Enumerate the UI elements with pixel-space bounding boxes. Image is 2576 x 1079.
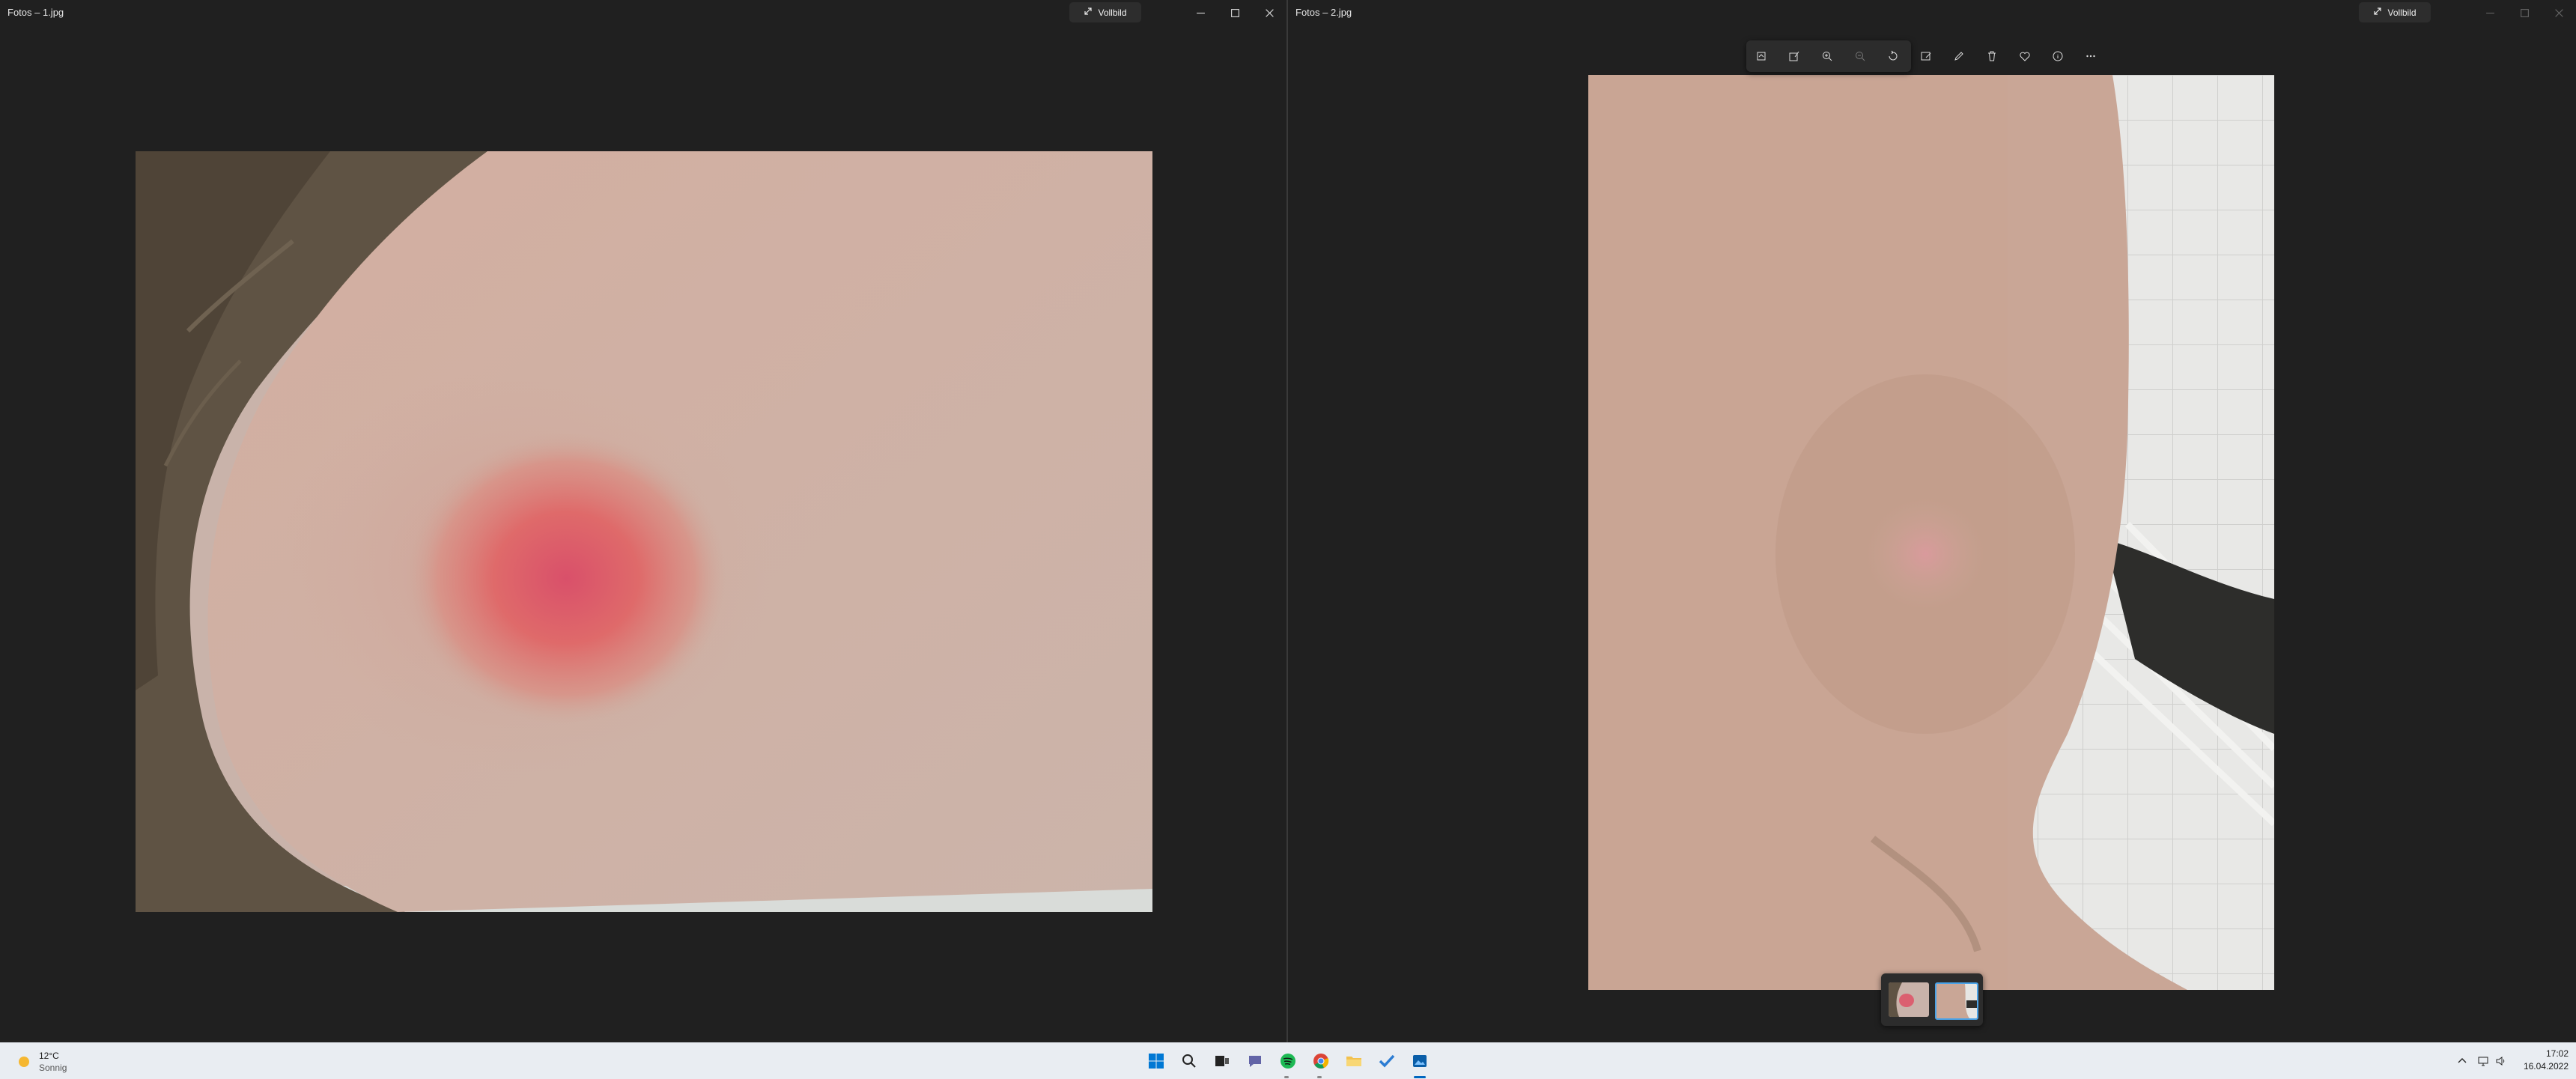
close-icon <box>1265 8 1274 17</box>
taskbar: 12°C Sonnig 17:02 16.04.2022 <box>0 1042 2576 1079</box>
todo-button[interactable] <box>1375 1049 1399 1073</box>
crop-icon <box>1757 52 1766 61</box>
search-icon <box>1182 1054 1196 1068</box>
thumbnail-2[interactable] <box>1935 982 1978 1020</box>
image-toolbar <box>1746 40 2095 72</box>
file-explorer-icon <box>1346 1057 1361 1066</box>
effects-button[interactable] <box>1916 46 1936 67</box>
file-explorer-button[interactable] <box>1342 1049 1366 1073</box>
delete-button[interactable] <box>1981 46 2002 67</box>
info-button[interactable] <box>2047 46 2068 67</box>
window-title: Fotos – 1.jpg <box>7 7 64 18</box>
fullscreen-button[interactable]: Vollbild <box>2359 2 2431 22</box>
photos-window-1: Fotos – 1.jpg Vollbild <box>0 0 1288 1042</box>
windows-start-icon <box>1149 1054 1164 1069</box>
chat-icon <box>1249 1056 1261 1067</box>
chrome-button[interactable] <box>1309 1049 1333 1073</box>
effects-icon <box>1921 52 1931 61</box>
rotate-button[interactable] <box>1883 46 1904 67</box>
search-button[interactable] <box>1177 1049 1201 1073</box>
fullscreen-icon <box>2373 7 2382 18</box>
start-button[interactable] <box>1144 1049 1168 1073</box>
maximize-icon <box>1230 8 1239 17</box>
thumbnail-1[interactable] <box>1889 982 1929 1017</box>
fullscreen-label: Vollbild <box>1098 7 1127 18</box>
maximize-button[interactable] <box>1224 3 1246 22</box>
photo-image[interactable] <box>136 151 1152 912</box>
favorite-button[interactable] <box>2014 46 2035 67</box>
fullscreen-label: Vollbild <box>2387 7 2416 18</box>
more-icon <box>2086 55 2095 58</box>
crop-button[interactable] <box>1751 46 1772 67</box>
photos-window-2: Fotos – 2.jpg Vollbild <box>1288 0 2576 1042</box>
favorite-icon <box>2020 52 2030 61</box>
title-bar[interactable]: Fotos – 1.jpg Vollbild <box>0 0 1287 25</box>
minimize-icon <box>2485 12 2494 13</box>
draw-button[interactable] <box>1948 46 1969 67</box>
zoom-in-button[interactable] <box>1817 46 1838 67</box>
weather-widget[interactable]: 12°C Sonnig <box>13 1049 103 1075</box>
clock-date: 16.04.2022 <box>2523 1061 2569 1072</box>
zoom-out-button[interactable] <box>1850 46 1871 67</box>
delete-icon <box>1988 51 1996 61</box>
zoom-out-icon <box>1856 52 1865 61</box>
weather-condition: Sonnig <box>39 1063 67 1073</box>
network-button[interactable] <box>2474 1052 2492 1070</box>
task-view-button[interactable] <box>1210 1049 1234 1073</box>
photos-button[interactable] <box>1408 1049 1432 1073</box>
photo-image[interactable] <box>1588 75 2274 990</box>
weather-temperature: 12°C <box>39 1051 59 1061</box>
todo-icon <box>1379 1054 1395 1068</box>
clock-time: 17:02 <box>2545 1048 2569 1059</box>
info-icon <box>2053 51 2063 61</box>
show-hidden-icons-button[interactable] <box>2453 1052 2471 1070</box>
close-icon <box>2554 8 2563 17</box>
maximize-button[interactable] <box>2513 3 2536 22</box>
minimize-button[interactable] <box>1189 3 1212 22</box>
chrome-icon <box>1313 1054 1329 1069</box>
photos-icon <box>1413 1055 1427 1067</box>
chat-button[interactable] <box>1243 1049 1267 1073</box>
fullscreen-icon <box>1084 7 1093 18</box>
edit-image-button[interactable] <box>1784 46 1805 67</box>
filmstrip <box>1881 973 1983 1026</box>
zoom-in-icon <box>1823 52 1832 61</box>
minimize-icon <box>1196 12 1205 13</box>
spotify-button[interactable] <box>1276 1049 1300 1073</box>
task-view-icon <box>1215 1056 1229 1066</box>
maximize-icon <box>2520 8 2529 17</box>
minimize-button[interactable] <box>2479 3 2501 22</box>
clock[interactable]: 17:02 16.04.2022 <box>2501 1048 2569 1075</box>
title-bar[interactable]: Fotos – 2.jpg Vollbild <box>1288 0 2576 25</box>
close-button[interactable] <box>2548 3 2570 22</box>
window-title: Fotos – 2.jpg <box>1295 7 1352 18</box>
rotate-icon <box>1889 50 1898 61</box>
network-icon <box>2478 1057 2488 1066</box>
fullscreen-button[interactable]: Vollbild <box>1069 2 1141 22</box>
edit-image-icon <box>1789 51 1799 61</box>
more-button[interactable] <box>2080 46 2101 67</box>
chevron-up-icon <box>2458 1058 2467 1063</box>
draw-icon <box>1954 52 1963 61</box>
spotify-icon <box>1281 1054 1295 1069</box>
sun-icon <box>19 1057 29 1067</box>
close-button[interactable] <box>1258 3 1281 22</box>
